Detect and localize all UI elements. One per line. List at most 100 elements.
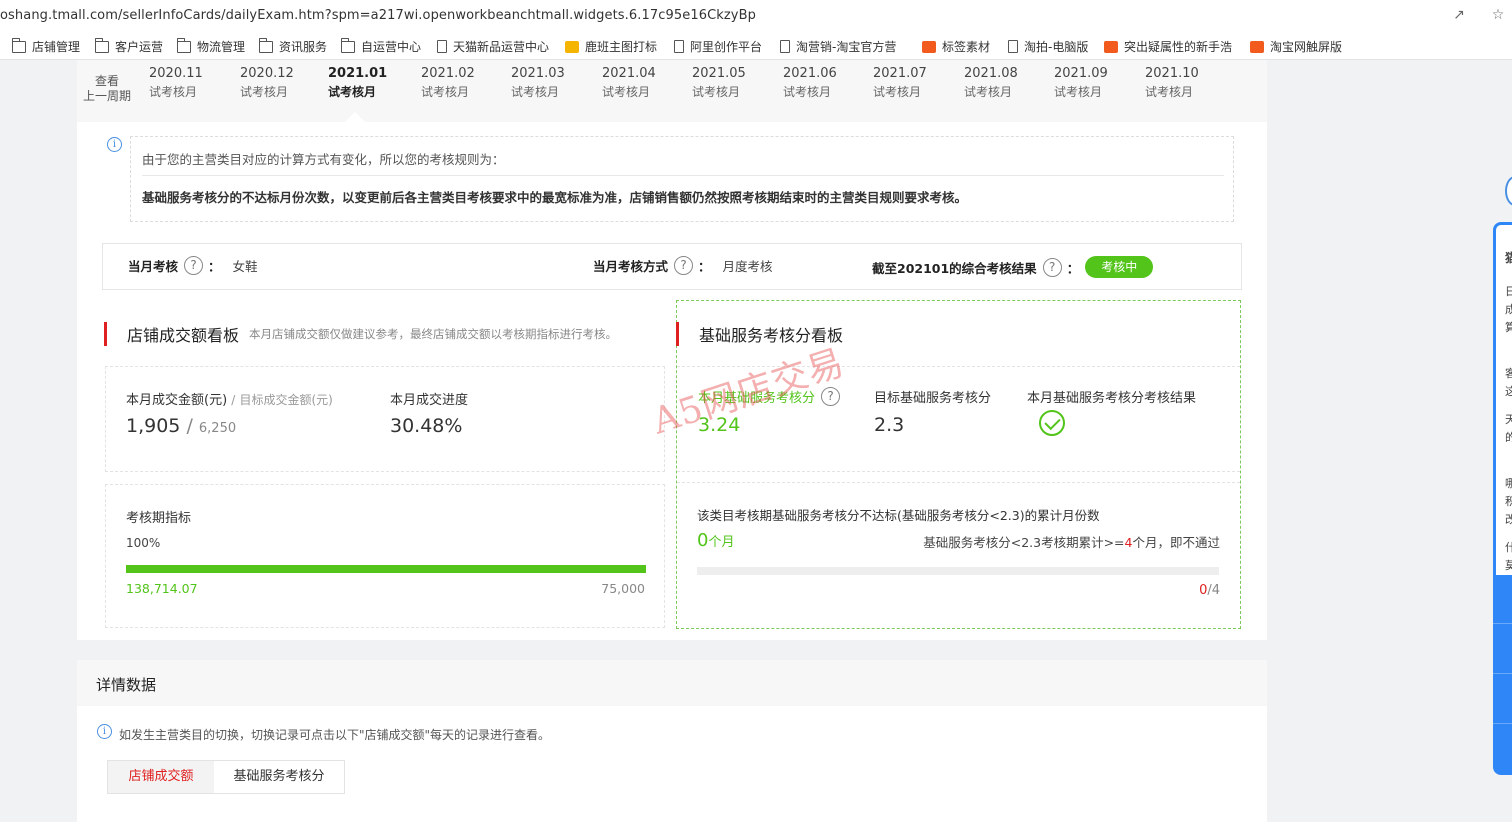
month-selector: 查看 上一周期 2020.11 试考核月 2020.12 试考核月 2021.01 试… bbox=[77, 60, 1267, 122]
bookmark-item[interactable]: 物流管理 bbox=[177, 37, 245, 55]
bookmark-item[interactable]: 淘营销-淘宝官方营 bbox=[780, 38, 896, 55]
fail-progress-text: 0/4 bbox=[1199, 583, 1220, 598]
service-target-value: 2.3 bbox=[874, 414, 905, 436]
app-icon bbox=[1250, 40, 1264, 53]
period-target-value: 75,000 bbox=[601, 581, 645, 596]
service-result-label: 本月基础服务考核分考核结果 bbox=[1027, 391, 1197, 406]
month-tab[interactable]: 2021.10 试考核月 bbox=[1145, 64, 1215, 102]
assessment-result: 截至202101的综合考核结果 ? ： 考核中 bbox=[872, 256, 1154, 278]
folder-icon bbox=[177, 37, 191, 53]
period-percent: 100% bbox=[126, 536, 161, 550]
divider bbox=[1493, 723, 1512, 724]
fail-months-count: 0 bbox=[697, 530, 709, 551]
fail-progress-bar bbox=[697, 567, 1219, 575]
divider bbox=[1493, 623, 1512, 624]
tab-store-sales[interactable]: 店铺成交额 bbox=[108, 761, 214, 793]
monthly-assessment: 当月考核 ? ： 女鞋 bbox=[128, 256, 258, 275]
month-tab[interactable]: 2021.04 试考核月 bbox=[602, 64, 672, 102]
title-accent-bar bbox=[676, 322, 679, 346]
page-icon bbox=[1008, 40, 1018, 53]
address-bar[interactable]: oshang.tmall.com/sellerInfoCards/dailyEx… bbox=[0, 0, 1512, 32]
month-tab[interactable]: 2020.11 试考核月 bbox=[149, 64, 219, 102]
tab-service-score[interactable]: 基础服务考核分 bbox=[214, 761, 344, 793]
period-progress-fill bbox=[126, 565, 646, 573]
assistant-toolbar[interactable] bbox=[1493, 575, 1512, 775]
details-title: 详情数据 bbox=[96, 676, 157, 694]
prev-cycle-button[interactable]: 查看 上一周期 bbox=[83, 74, 131, 104]
url-text[interactable]: oshang.tmall.com/sellerInfoCards/dailyEx… bbox=[0, 8, 756, 23]
divider bbox=[142, 175, 1224, 176]
sales-board-title: 店铺成交额看板 bbox=[127, 326, 240, 345]
month-tab[interactable]: 2021.03 试考核月 bbox=[511, 64, 581, 102]
progress-value: 30.48% bbox=[390, 415, 463, 437]
details-header: 详情数据 bbox=[77, 660, 1267, 706]
assessment-summary: 当月考核 ? ： 女鞋 当月考核方式 ? ： 月度考核 截至202101的综合考… bbox=[102, 243, 1242, 290]
details-tabs: 店铺成交额 基础服务考核分 bbox=[107, 760, 345, 794]
target-amount-label: 目标成交金额(元) bbox=[239, 393, 333, 407]
bookmark-item[interactable]: 资讯服务 bbox=[259, 37, 327, 55]
fail-months-label: 该类目考核期基础服务考核分不达标(基础服务考核分<2.3)的累计月份数 bbox=[697, 508, 1100, 523]
fail-rule-text: 基础服务考核分<2.3考核期累计>=4个月，即不通过 bbox=[923, 535, 1220, 550]
star-icon[interactable]: ☆ bbox=[1489, 6, 1507, 24]
bookmark-item[interactable]: 淘拍-电脑版 bbox=[1008, 38, 1088, 55]
bookmark-item[interactable]: 店铺管理 bbox=[12, 37, 80, 55]
monthly-sales-card: 本月成交金额(元) / 目标成交金额(元) 1,905 / 6,250 本月成交… bbox=[105, 366, 665, 472]
month-tab-active[interactable]: 2021.01 试考核月 bbox=[328, 64, 398, 102]
assistant-side-panel[interactable]: 猫 日 成 算 客 这 天 的 哪 积 改 什 莫 bbox=[1493, 222, 1512, 575]
exam-main-panel: 查看 上一周期 2020.11 试考核月 2020.12 试考核月 2021.01 试… bbox=[77, 60, 1267, 640]
details-section: 详情数据 i 如发生主营类目的切换，切换记录可点击以下"店铺成交额"每天的记录进… bbox=[77, 660, 1267, 822]
month-tab[interactable]: 2020.12 试考核月 bbox=[240, 64, 310, 102]
help-icon[interactable]: ? bbox=[184, 256, 204, 275]
bookmark-item[interactable]: 淘宝网触屏版 bbox=[1250, 38, 1342, 55]
month-tab[interactable]: 2021.09 试考核月 bbox=[1054, 64, 1124, 102]
open-external-icon[interactable]: ↗ bbox=[1450, 6, 1468, 24]
title-accent-bar bbox=[104, 322, 107, 346]
app-icon bbox=[565, 40, 579, 53]
bookmark-item[interactable]: 标签素材 bbox=[922, 38, 990, 55]
folder-icon bbox=[259, 37, 273, 53]
bookmarks-bar: 店铺管理 客户运营 物流管理 资讯服务 自运营中心 天猫新品运营中心 鹿班主图打… bbox=[0, 32, 1512, 60]
month-tab[interactable]: 2021.02 试考核月 bbox=[421, 64, 491, 102]
period-progress-bar bbox=[126, 565, 646, 573]
period-target-card: 考核期指标 100% 138,714.07 75,000 bbox=[105, 484, 665, 628]
folder-icon bbox=[95, 37, 109, 53]
divider bbox=[1493, 673, 1512, 674]
bookmark-item[interactable]: 客户运营 bbox=[95, 37, 163, 55]
details-note: 如发生主营类目的切换，切换记录可点击以下"店铺成交额"每天的记录进行查看。 bbox=[119, 728, 551, 742]
month-tab[interactable]: 2021.07 试考核月 bbox=[873, 64, 943, 102]
folder-icon bbox=[341, 37, 355, 53]
rule-notice: 由于您的主营类目对应的计算方式有变化，所以您的考核规则为： 基础服务考核分的不达… bbox=[130, 136, 1234, 222]
service-target-label: 目标基础服务考核分 bbox=[874, 391, 992, 406]
page-icon bbox=[780, 40, 790, 53]
target-amount-value: 6,250 bbox=[198, 421, 237, 436]
sales-board-header: 店铺成交额看板 本月店铺成交额仅做建议参考，最终店铺成交额以考核期指标进行考核。 bbox=[104, 322, 617, 346]
check-circle-icon bbox=[1039, 410, 1065, 436]
bookmark-item[interactable]: 鹿班主图打标 bbox=[565, 38, 657, 55]
app-icon bbox=[1104, 40, 1118, 53]
period-target-label: 考核期指标 bbox=[126, 511, 192, 526]
status-badge: 考核中 bbox=[1085, 256, 1154, 278]
monthly-amount-value: 1,905 bbox=[126, 415, 181, 437]
active-month-pointer bbox=[345, 112, 365, 122]
help-icon[interactable]: ? bbox=[1042, 257, 1062, 277]
month-tab[interactable]: 2021.06 试考核月 bbox=[783, 64, 853, 102]
info-icon: i bbox=[97, 724, 112, 739]
bookmark-item[interactable]: 突出疑属性的新手浩 bbox=[1104, 38, 1232, 55]
sales-board-subtitle: 本月店铺成交额仅做建议参考，最终店铺成交额以考核期指标进行考核。 bbox=[249, 327, 618, 341]
period-actual-value: 138,714.07 bbox=[126, 581, 198, 596]
month-tab[interactable]: 2021.05 试考核月 bbox=[692, 64, 762, 102]
assessment-method: 当月考核方式 ? ： 月度考核 bbox=[593, 256, 773, 275]
month-tab[interactable]: 2021.08 试考核月 bbox=[964, 64, 1034, 102]
service-fail-card: 该类目考核期基础服务考核分不达标(基础服务考核分<2.3)的累计月份数 0个月 … bbox=[677, 482, 1240, 628]
page-icon bbox=[437, 40, 447, 53]
help-icon[interactable]: ? bbox=[674, 256, 694, 275]
folder-icon bbox=[12, 37, 26, 53]
info-icon: i bbox=[107, 137, 122, 152]
page-icon bbox=[674, 40, 684, 53]
bookmark-item[interactable]: 自运营中心 bbox=[341, 37, 421, 55]
assistant-bubble-icon[interactable] bbox=[1505, 176, 1512, 206]
monthly-amount-label: 本月成交金额(元) bbox=[126, 393, 228, 408]
bookmark-item[interactable]: 天猫新品运营中心 bbox=[437, 38, 549, 55]
progress-label: 本月成交进度 bbox=[390, 393, 469, 408]
bookmark-item[interactable]: 阿里创作平台 bbox=[674, 38, 762, 55]
